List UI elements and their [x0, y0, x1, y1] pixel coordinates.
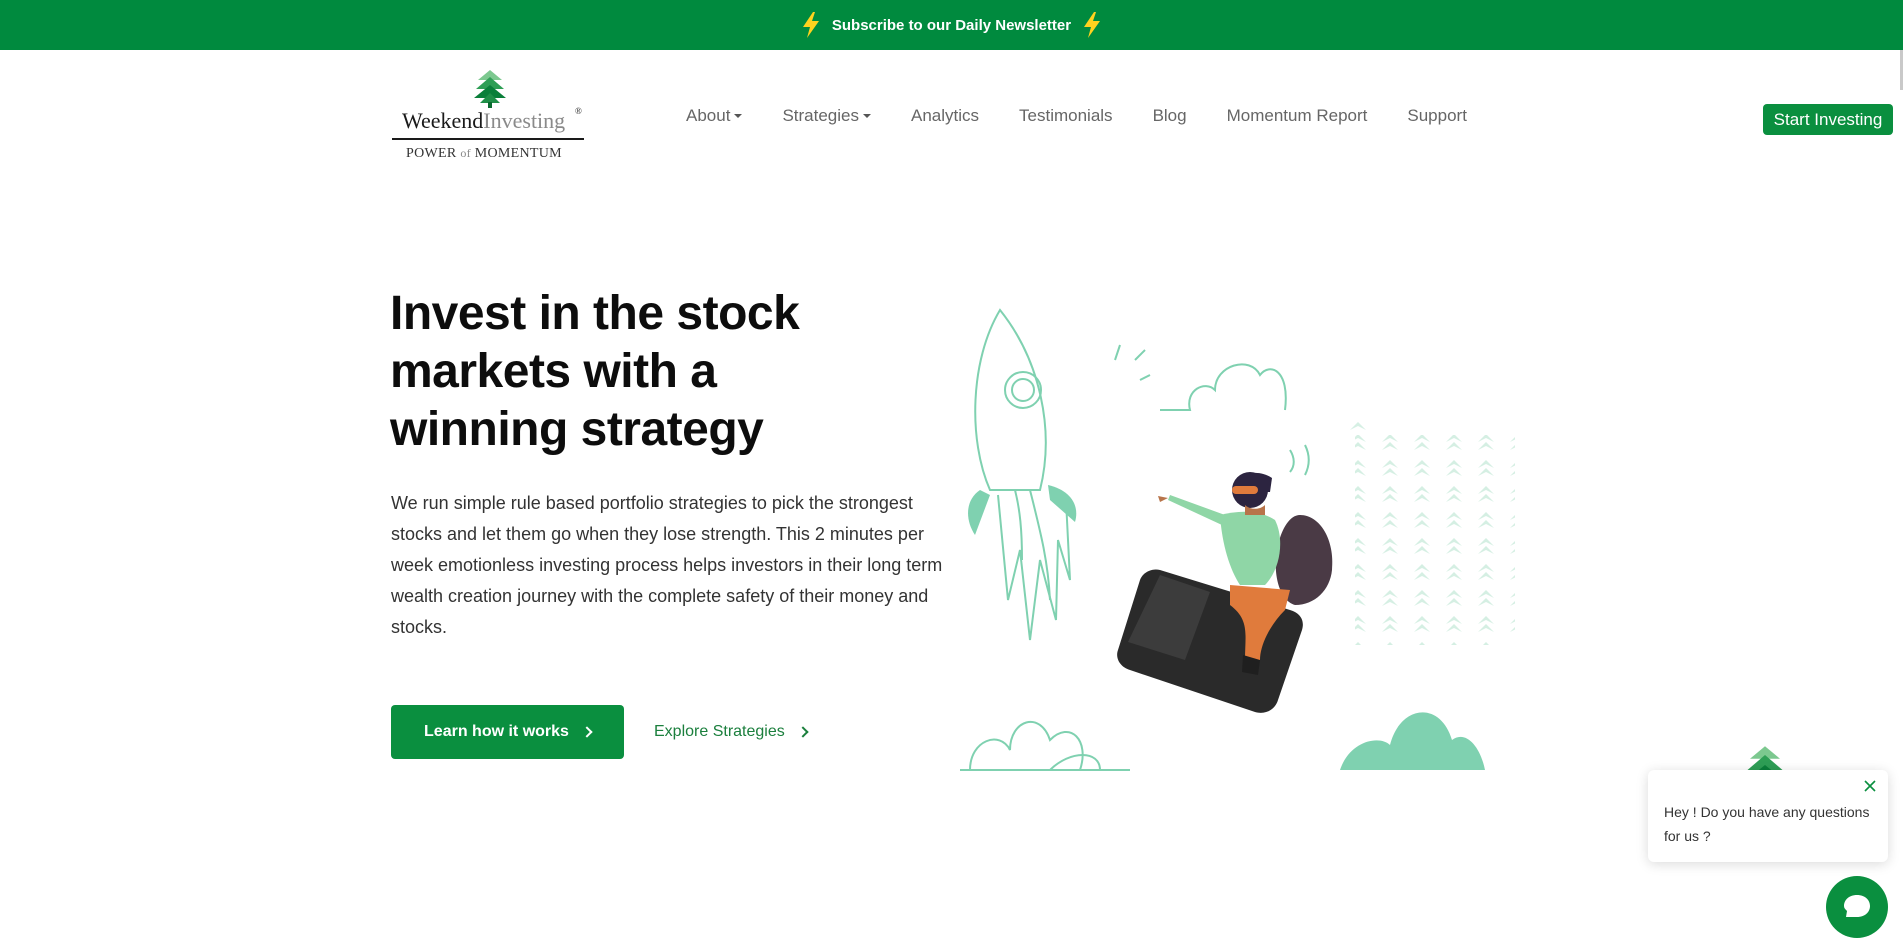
hero-title-line3: winning strategy [390, 403, 764, 456]
learn-how-it-works-button[interactable]: Learn how it works [391, 705, 624, 759]
explore-link-label: Explore Strategies [654, 723, 785, 740]
learn-button-label: Learn how it works [424, 723, 569, 740]
hero-title-line2: markets with a [390, 345, 717, 398]
registered-mark: ® [575, 106, 582, 116]
nav-momentum-report[interactable]: Momentum Report [1227, 106, 1368, 126]
newsletter-label[interactable]: Subscribe to our Daily Newsletter [832, 17, 1071, 34]
nav-support[interactable]: Support [1407, 106, 1467, 126]
site-logo[interactable]: WeekendInvesting ® POWER of MOMENTUM [390, 68, 586, 168]
logo-wordmark: WeekendInvesting [402, 108, 565, 134]
nav-about[interactable]: About [686, 106, 743, 126]
chevron-right-icon [581, 726, 593, 738]
rocket-illustration [960, 308, 1515, 771]
logo-tag-power: POWER [406, 146, 457, 161]
nav-strategies-label: Strategies [782, 106, 859, 125]
logo-tag-of: of [460, 146, 471, 160]
hero-title: Invest in the stock markets with a winni… [390, 285, 890, 459]
close-icon[interactable] [1862, 778, 1878, 794]
logo-trees-icon [474, 70, 506, 108]
main-nav: About Strategies Analytics Testimonials … [686, 106, 1507, 126]
nav-testimonials[interactable]: Testimonials [1019, 106, 1113, 126]
logo-tag-momentum: MOMENTUM [474, 146, 562, 161]
chevron-right-icon [797, 726, 809, 738]
chat-popup[interactable]: Hey ! Do you have any questions for us ? [1648, 770, 1888, 862]
logo-divider [392, 138, 584, 140]
chat-bubble-icon [1844, 895, 1870, 917]
nav-analytics[interactable]: Analytics [911, 106, 979, 126]
lightning-icon [1084, 12, 1101, 38]
caret-down-icon [734, 114, 743, 118]
logo-tagline: POWER of MOMENTUM [406, 146, 562, 162]
hero-title-line1: Invest in the stock [390, 287, 800, 340]
lightning-icon [802, 12, 819, 38]
start-investing-button[interactable]: Start Investing [1763, 104, 1893, 135]
explore-strategies-link[interactable]: Explore Strategies [654, 718, 809, 746]
logo-word-investing: Investing [483, 108, 566, 133]
nav-about-label: About [686, 106, 731, 125]
logo-word-weekend: Weekend [402, 108, 484, 133]
caret-down-icon [862, 114, 871, 118]
newsletter-banner[interactable]: Subscribe to our Daily Newsletter [0, 0, 1903, 50]
chat-message: Hey ! Do you have any questions for us ? [1664, 804, 1870, 844]
hero-description: We run simple rule based portfolio strat… [391, 493, 943, 637]
nav-blog[interactable]: Blog [1153, 106, 1187, 126]
chat-launcher-button[interactable] [1826, 876, 1888, 938]
nav-strategies[interactable]: Strategies [782, 106, 871, 126]
